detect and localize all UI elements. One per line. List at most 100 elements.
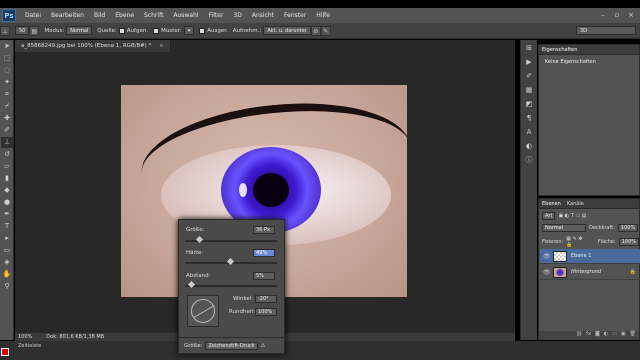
move-tool-icon[interactable]: ➤ (1, 41, 13, 52)
brush-panel-icon[interactable]: ▤ (29, 25, 40, 36)
brush-presets-icon[interactable]: ✐ (524, 71, 535, 82)
hardness-slider-thumb[interactable] (227, 257, 235, 266)
pattern-label: Muster: (161, 27, 182, 34)
menu-bild[interactable]: Bild (89, 12, 110, 19)
eraser-tool-icon[interactable]: ▱ (1, 161, 13, 172)
fill-input[interactable]: 100% (618, 238, 639, 246)
pressure-icon[interactable]: ✎ (320, 25, 331, 36)
workspace-select[interactable]: 3D (576, 26, 636, 35)
blur-tool-icon[interactable]: ◆ (1, 185, 13, 196)
spacing-input[interactable]: 5% (253, 272, 275, 280)
fx-icon[interactable]: fx (586, 331, 591, 340)
size-slider[interactable] (185, 235, 277, 244)
foreground-color-swatch[interactable] (1, 348, 9, 356)
lasso-tool-icon[interactable]: ◌ (1, 65, 13, 76)
visibility-eye-icon[interactable]: 👁 (543, 269, 551, 276)
marquee-tool-icon[interactable]: ⬚ (1, 53, 13, 64)
history-icon[interactable]: ⊞ (524, 43, 535, 54)
size-slider-thumb[interactable] (196, 235, 204, 244)
panel-icon-dock: ⊞ ▶ ✐ ▦ ◩ ¶ A ◐ ⓘ (520, 40, 537, 340)
paragraph-icon[interactable]: ¶ (524, 113, 535, 124)
menu-ansicht[interactable]: Ansicht (247, 12, 279, 19)
brush-size-picker[interactable]: 50 (15, 26, 30, 35)
clone-stamp-icon[interactable]: ⊥ (0, 25, 10, 36)
pen-tool-icon[interactable]: ✒ (1, 209, 13, 220)
document-info[interactable]: Dok: 801,6 KB/1,38 MB (46, 334, 104, 340)
roundness-input[interactable]: 100% (255, 308, 277, 316)
ignore-adjustment-icon[interactable]: ⊘ (310, 25, 321, 36)
menu-3d[interactable]: 3D (228, 12, 246, 19)
zoom-tool-icon[interactable]: ⚲ (1, 281, 13, 292)
opacity-input[interactable]: 100% (617, 224, 639, 232)
hardness-input[interactable]: 49% (253, 249, 275, 257)
close-tab-icon[interactable]: × (159, 43, 164, 49)
link-layers-icon[interactable]: ⛓ (576, 331, 582, 340)
aligned-checkbox[interactable] (199, 27, 206, 34)
size-mode-select[interactable]: Zeichenstift-Druck (205, 341, 258, 350)
spacing-slider-thumb[interactable] (188, 280, 196, 289)
menu-hilfe[interactable]: Hilfe (311, 12, 335, 19)
layer-row-hintergrund[interactable]: 👁 Hintergrund 🔒 (540, 265, 640, 280)
size-input[interactable]: 36 Px (253, 226, 275, 234)
angle-input[interactable]: -20° (255, 295, 277, 303)
gradient-tool-icon[interactable]: ▮ (1, 173, 13, 184)
path-selection-tool-icon[interactable]: ▸ (1, 233, 13, 244)
menu-filter[interactable]: Filter (204, 12, 229, 19)
visibility-eye-icon[interactable]: 👁 (543, 253, 551, 260)
source-sampled-radio[interactable] (118, 27, 125, 34)
type-tool-icon[interactable]: T (1, 221, 13, 232)
crop-tool-icon[interactable]: ⌗ (1, 89, 13, 100)
spacing-slider[interactable] (185, 280, 277, 289)
zoom-level[interactable]: 100% (18, 334, 32, 340)
hand-tool-icon[interactable]: ✋ (1, 269, 13, 280)
tab-properties[interactable]: Eigenschaften (542, 47, 577, 53)
shape-tool-icon[interactable]: ▭ (1, 245, 13, 256)
maximize-button[interactable]: ▫ (612, 10, 622, 20)
kind-filter-select[interactable]: Art (542, 212, 556, 220)
pattern-picker[interactable]: ▾ (183, 26, 195, 35)
brush-tool-icon[interactable]: ✐ (1, 125, 13, 136)
menu-ebene[interactable]: Ebene (110, 12, 139, 19)
mode-select[interactable]: Normal (66, 26, 93, 35)
menu-schrift[interactable]: Schrift (139, 12, 168, 19)
close-button[interactable]: × (626, 10, 636, 20)
magic-wand-tool-icon[interactable]: ✦ (1, 77, 13, 88)
styles-icon[interactable]: ◩ (524, 99, 535, 110)
new-layer-icon[interactable]: ▣ (621, 331, 626, 340)
mask-icon[interactable]: ◙ (595, 331, 600, 340)
timeline-tab[interactable]: Zeitleiste (18, 343, 41, 349)
adjustment-layer-icon[interactable]: ◐ (604, 331, 608, 340)
tab-layers[interactable]: Ebenen (542, 201, 561, 207)
tab-channels[interactable]: Kanäle (567, 201, 584, 207)
info-icon[interactable]: ⓘ (524, 155, 535, 166)
lock-icons[interactable]: ▦ ✎ ✥ 🔒 (566, 236, 586, 248)
aligned-label: Ausger. (207, 27, 228, 34)
layer-thumbnail (553, 250, 567, 262)
character-icon[interactable]: A (524, 127, 535, 138)
actions-icon[interactable]: ▶ (524, 57, 535, 68)
sample-select[interactable]: Akt. u. darunter (263, 26, 311, 35)
group-icon[interactable]: ▭ (612, 331, 617, 340)
filter-icons[interactable]: ▣ ◐ T ▭ ▤ (558, 213, 586, 219)
clone-stamp-tool-icon[interactable]: ⊥ (1, 137, 13, 148)
menu-auswahl[interactable]: Auswahl (168, 12, 203, 19)
source-pattern-radio[interactable] (153, 27, 160, 34)
angle-roundness-widget[interactable] (187, 295, 219, 327)
adjustments-icon[interactable]: ◐ (524, 141, 535, 152)
menu-fenster[interactable]: Fenster (279, 12, 311, 19)
blend-mode-select[interactable]: Normal (542, 224, 586, 232)
lock-icon: 🔒 (629, 269, 636, 275)
document-tab[interactable]: a_85868249.jpg bei 100% (Ebene 1, RGB/8#… (15, 40, 171, 52)
layer-row-ebene-1[interactable]: 👁 Ebene 1 (540, 249, 640, 264)
dodge-tool-icon[interactable]: ● (1, 197, 13, 208)
menu-datei[interactable]: Datei (20, 12, 46, 19)
hardness-slider[interactable] (185, 257, 277, 266)
menu-bearbeiten[interactable]: Bearbeiten (46, 12, 89, 19)
minimize-button[interactable]: – (598, 10, 608, 20)
3d-tool-icon[interactable]: ◈ (1, 257, 13, 268)
eyedropper-tool-icon[interactable]: ⌿ (1, 101, 13, 112)
trash-icon[interactable]: 🗑 (630, 331, 636, 340)
history-brush-tool-icon[interactable]: ↺ (1, 149, 13, 160)
swatches-icon[interactable]: ▦ (524, 85, 535, 96)
healing-brush-tool-icon[interactable]: ✚ (1, 113, 13, 124)
